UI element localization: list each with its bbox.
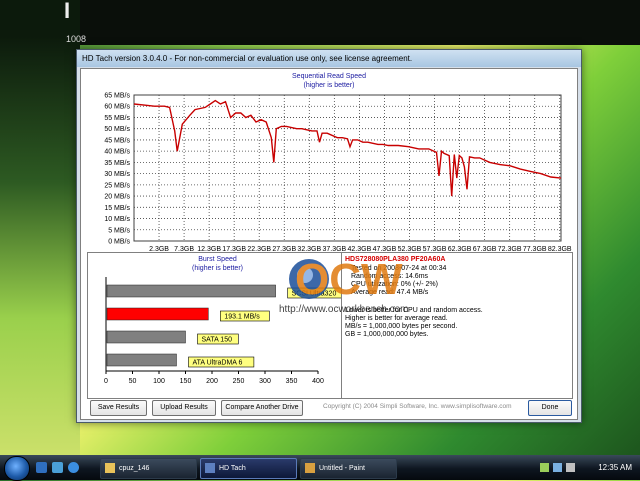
internet-explorer-icon[interactable] [68,462,79,473]
y-tick-label: 20 MB/s [104,194,130,201]
x-tick-label: 200 [206,378,218,385]
taskbar-item-label: Untitled - Paint [319,465,365,472]
y-tick-label: 15 MB/s [104,205,130,212]
x-tick-label: 300 [259,378,271,385]
desktop-corner-text: I [64,0,71,23]
y-tick-label: 10 MB/s [104,216,130,223]
taskbar-item-label: cpuz_146 [119,465,150,472]
taskbar-item-hdtach[interactable]: HD Tach [200,458,297,479]
hdtach-window: HD Tach version 3.0.4.0 - For non-commer… [76,49,582,423]
clock[interactable]: 12:35 AM [598,456,632,479]
show-desktop-icon[interactable] [36,462,47,473]
y-tick-label: 0 MB/s [108,239,130,246]
taskbar-item-paint[interactable]: Untitled - Paint [300,458,397,479]
burst-bar-label: ATA UltraDMA 6 [192,360,242,367]
burst-bar-label: 193.1 MB/s [224,314,260,321]
taskbar: cpuz_146 HD Tach Untitled - Paint 12:35 … [0,455,640,481]
desktop-corner-number: 1008 [66,34,87,44]
y-tick-label: 50 MB/s [104,126,130,133]
x-tick-label: 100 [153,378,165,385]
x-tick-label: 0 [104,378,108,385]
watermark-url: http://www.ocworkbench.com [279,304,409,315]
copyright-text: Copyright (C) 2004 Simpli Software, Inc.… [323,403,512,410]
tray-app-icon[interactable] [566,463,575,472]
save-results-button[interactable]: Save Results [90,400,147,416]
desktop-background-top [0,0,640,45]
y-tick-label: 40 MB/s [104,149,130,156]
x-tick-label: 150 [180,378,192,385]
burst-bar [106,330,186,344]
y-tick-label: 25 MB/s [104,182,130,189]
paint-icon [305,463,315,473]
burst-bar [106,307,209,321]
y-tick-label: 55 MB/s [104,115,130,122]
taskbar-item-label: HD Tach [219,465,246,472]
note-line: MB/s = 1,000,000 bytes per second. [345,323,458,330]
system-tray: 12:35 AM [540,456,640,479]
window-title: HD Tach version 3.0.4.0 - For non-commer… [82,54,413,63]
window-client: Sequential Read Speed (higher is better)… [80,68,578,420]
start-button[interactable] [4,456,30,481]
compare-another-drive-button[interactable]: Compare Another Drive [221,400,303,416]
ocw-watermark: OCW http://www.ocworkbench.com [279,255,409,315]
watermark-logo: OCW [295,255,403,304]
done-button[interactable]: Done [528,400,572,416]
burst-bar [106,353,177,367]
y-tick-label: 60 MB/s [104,104,130,111]
y-tick-label: 35 MB/s [104,160,130,167]
desktop-background-left [0,0,80,455]
burst-bar [106,284,276,298]
upload-results-button[interactable]: Upload Results [152,400,216,416]
sequential-read-chart: 65 MB/s 60 MB/s 55 MB/s 50 MB/s 45 MB/s 40 MB… [104,93,572,254]
x-tick-label: 250 [233,378,245,385]
y-tick-label: 30 MB/s [104,171,130,178]
x-tick-label: 400 [312,378,324,385]
burst-bar-label: SATA 150 [202,337,233,344]
taskbar-item-cpuz[interactable]: cpuz_146 [100,458,197,479]
note-line: GB = 1,000,000,000 bytes. [345,331,429,338]
switch-windows-icon[interactable] [52,462,63,473]
folder-icon [105,463,115,473]
y-tick-label: 65 MB/s [104,93,130,100]
y-tick-label: 5 MB/s [108,227,130,234]
window-titlebar[interactable]: HD Tach version 3.0.4.0 - For non-commer… [77,50,581,67]
plot-area [133,94,562,242]
hdtach-icon [205,463,215,473]
volume-icon[interactable] [553,463,562,472]
network-icon[interactable] [540,463,549,472]
y-tick-label: 45 MB/s [104,137,130,144]
x-tick-label: 50 [129,378,137,385]
x-tick-label: 350 [286,378,298,385]
